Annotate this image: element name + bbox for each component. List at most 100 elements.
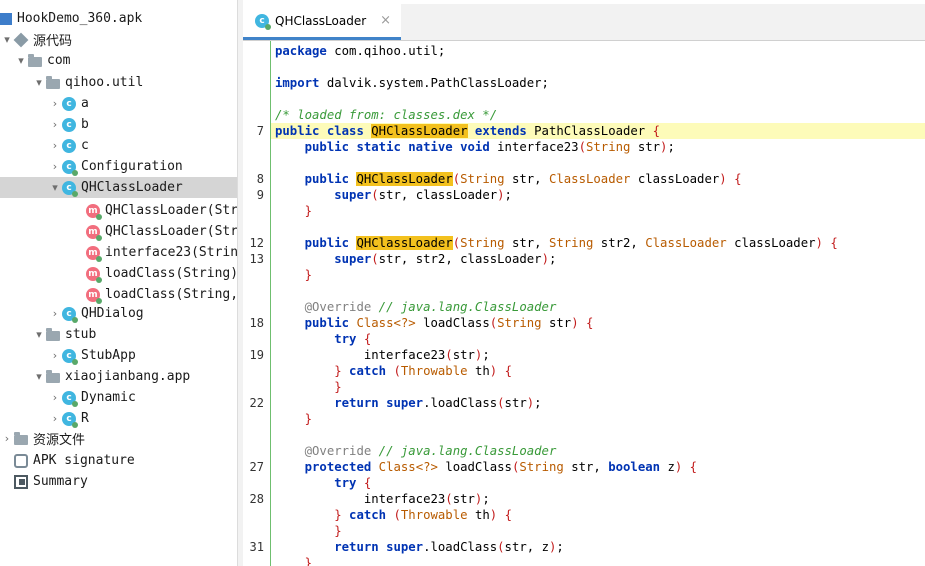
code-line: protected Class<?> loadClass(String str,… — [304, 460, 698, 474]
param: z — [667, 460, 675, 474]
chevron-down-icon[interactable]: ▾ — [14, 54, 28, 67]
tree-node-label: QHClassLoader(String, ClassLoader) — [105, 203, 237, 218]
tree-node-class-b[interactable]: › c b — [0, 114, 237, 135]
tree-node-dynamic[interactable]: › c Dynamic — [0, 387, 237, 408]
chevron-right-icon[interactable]: › — [48, 118, 62, 131]
tree-node-r[interactable]: › c R — [0, 408, 237, 429]
class-icon: c — [62, 306, 78, 323]
keyword: class — [326, 124, 364, 138]
tree-node-label: Configuration — [81, 159, 183, 174]
tree-node-class-a[interactable]: › c a — [0, 93, 237, 114]
method-call[interactable]: interface23 — [364, 492, 445, 506]
project-tree[interactable]: HookDemo_360.apk ▾ 源代码 ▾ com ▾ qihoo.uti… — [0, 0, 237, 566]
param: th — [474, 364, 490, 378]
chevron-right-icon[interactable]: › — [48, 391, 62, 404]
keyword: try — [334, 476, 357, 490]
type-name[interactable]: Throwable — [401, 508, 468, 522]
line-number: 18 — [249, 316, 264, 330]
tree-node-qhclassloader[interactable]: ▾ c QHClassLoader — [0, 177, 237, 198]
tree-node-apk[interactable]: HookDemo_360.apk — [0, 8, 237, 29]
tree-node-method[interactable]: m loadClass(String, boolean) — [0, 284, 237, 305]
type-name[interactable]: String — [497, 316, 541, 330]
type-name[interactable]: Throwable — [401, 364, 468, 378]
code-editor[interactable]: c QHClassLoader × 7 8 9 12 13 18 19 22 2… — [243, 0, 925, 566]
tree-node-class-c[interactable]: › c c — [0, 135, 237, 156]
chevron-down-icon[interactable]: ▾ — [0, 33, 14, 46]
method-name[interactable]: loadClass — [445, 460, 512, 474]
tree-node-stub[interactable]: ▾ stub — [0, 324, 237, 345]
type-name[interactable]: String — [519, 460, 563, 474]
summary-icon — [14, 474, 28, 489]
tree-node-method[interactable]: m QHClassLoader(String, String, ClassLoa… — [0, 221, 237, 242]
tree-node-method[interactable]: m loadClass(String) — [0, 263, 237, 284]
method-call[interactable]: interface23 — [364, 348, 445, 362]
type-name[interactable]: String — [586, 140, 630, 154]
code-area[interactable]: package com.qihoo.util; import dalvik.sy… — [271, 41, 925, 566]
chevron-right-icon[interactable]: › — [48, 160, 62, 173]
code-line: public QHClassLoader(String str, String … — [304, 236, 838, 250]
line-number: 19 — [249, 348, 264, 362]
tree-node-label: b — [81, 117, 89, 132]
tree-node-xiaojianbang-app[interactable]: ▾ xiaojianbang.app — [0, 366, 237, 387]
code-line: try { — [334, 332, 372, 346]
constructor-name-highlight[interactable]: QHClassLoader — [356, 236, 453, 250]
chevron-down-icon[interactable]: ▾ — [32, 370, 46, 383]
tree-node-label: a — [81, 96, 89, 111]
chevron-right-icon[interactable]: › — [48, 97, 62, 110]
code-line: import dalvik.system.PathClassLoader; — [271, 75, 925, 91]
chevron-down-icon[interactable]: ▾ — [32, 328, 46, 341]
super-class-link[interactable]: PathClassLoader — [534, 124, 645, 138]
method-name[interactable]: loadClass — [423, 316, 490, 330]
close-icon[interactable]: × — [380, 13, 391, 28]
type-name[interactable]: String — [549, 236, 593, 250]
tree-node-stubapp[interactable]: › c StubApp — [0, 345, 237, 366]
type-name[interactable]: String — [460, 172, 504, 186]
chevron-right-icon[interactable]: › — [48, 307, 62, 320]
tree-node-apk-signature[interactable]: APK signature — [0, 450, 237, 471]
tree-node-qhdialog[interactable]: › c QHDialog — [0, 303, 237, 324]
tree-node-label: qihoo.util — [65, 75, 144, 90]
tree-node-label: QHDialog — [81, 306, 144, 321]
tree-node-method[interactable]: m QHClassLoader(String, ClassLoader) — [0, 200, 237, 221]
chevron-down-icon[interactable]: ▾ — [32, 76, 46, 89]
constructor-name-highlight[interactable]: QHClassLoader — [356, 172, 453, 186]
line-number: 31 — [249, 540, 264, 554]
class-name-highlight[interactable]: QHClassLoader — [371, 124, 468, 138]
tree-node-com[interactable]: ▾ com — [0, 50, 237, 71]
type-name[interactable]: Class<?> — [379, 460, 438, 474]
tab-title: QHClassLoader — [275, 13, 367, 28]
type-name[interactable]: Class<?> — [356, 316, 415, 330]
line-number: 13 — [249, 252, 264, 266]
tree-node-label: interface23(String) — [105, 245, 237, 260]
tree-node-source-code[interactable]: ▾ 源代码 — [0, 29, 237, 50]
keyword: package — [275, 44, 327, 58]
chevron-right-icon[interactable]: › — [48, 139, 62, 152]
tab-qhclassloader[interactable]: c QHClassLoader × — [243, 4, 401, 40]
type-name[interactable]: ClassLoader — [549, 172, 630, 186]
tree-node-summary[interactable]: Summary — [0, 471, 237, 492]
method-call[interactable]: loadClass — [431, 540, 498, 554]
method-call[interactable]: loadClass — [431, 396, 498, 410]
type-name[interactable]: ClassLoader — [645, 236, 726, 250]
tree-node-label: com — [47, 53, 71, 68]
tree-node-label: Summary — [33, 474, 88, 489]
param: classLoader — [415, 188, 498, 202]
type-name[interactable]: String — [460, 236, 504, 250]
code-line: try { — [334, 476, 372, 490]
tree-node-qihoo-util[interactable]: ▾ qihoo.util — [0, 72, 237, 93]
chevron-right-icon[interactable]: › — [48, 349, 62, 362]
tab-bar: c QHClassLoader × — [243, 4, 925, 41]
chevron-right-icon[interactable]: › — [48, 412, 62, 425]
keyword: super — [334, 188, 372, 202]
tree-node-configuration[interactable]: › c Configuration — [0, 156, 237, 177]
tree-node-method[interactable]: m interface23(String) — [0, 242, 237, 263]
method-name[interactable]: interface23 — [497, 140, 578, 154]
param: str — [548, 316, 572, 330]
tree-node-resources[interactable]: › 资源文件 — [0, 428, 237, 449]
chevron-right-icon[interactable]: › — [0, 432, 14, 445]
source-code-icon — [13, 32, 29, 47]
code-line: super(str, classLoader); — [334, 188, 512, 202]
chevron-down-icon[interactable]: ▾ — [48, 181, 62, 194]
keyword: boolean — [608, 460, 661, 474]
keyword: catch — [349, 364, 387, 378]
